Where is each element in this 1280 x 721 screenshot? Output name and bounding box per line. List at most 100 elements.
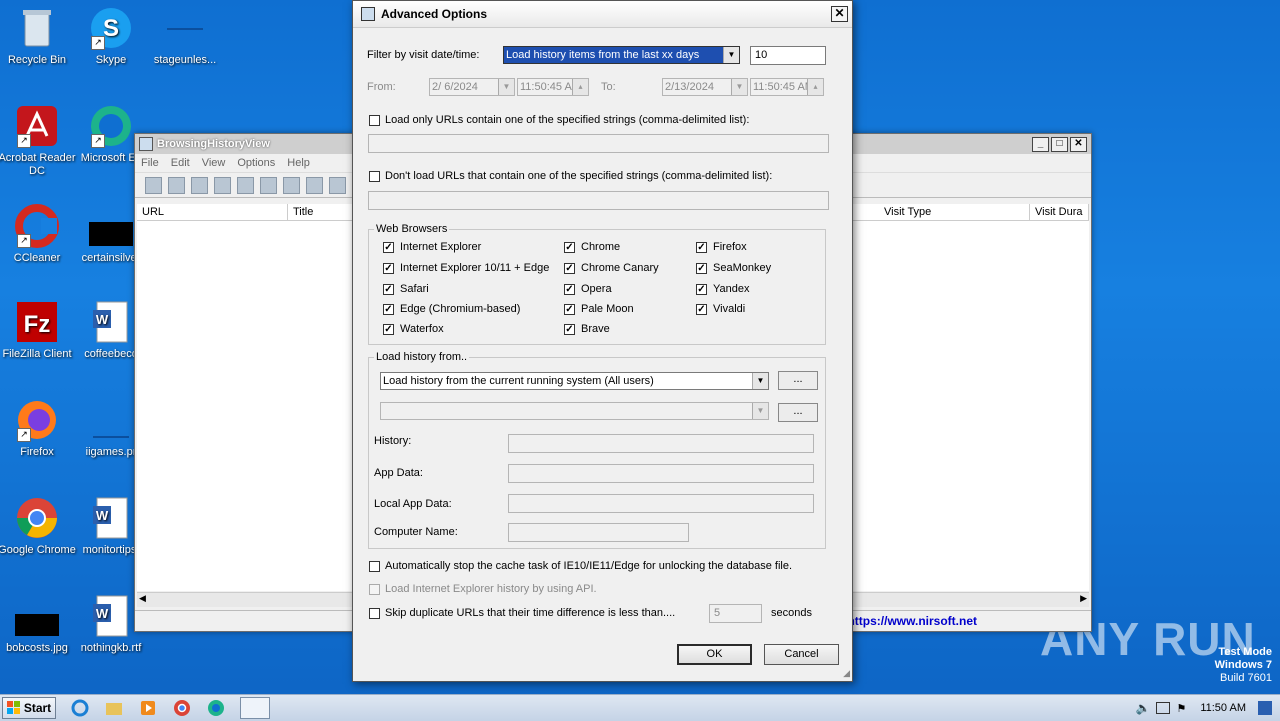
dont-load-checkbox[interactable] (369, 171, 380, 182)
load-only-input[interactable] (368, 134, 829, 153)
brave-checkbox[interactable]: ✓ (564, 324, 575, 335)
browsinghistoryview-taskbar-icon[interactable] (240, 697, 270, 719)
load-from-select[interactable]: Load history from the current running sy… (380, 372, 769, 390)
ie-checkbox[interactable]: ✓ (383, 242, 394, 253)
computername-input[interactable] (508, 523, 689, 542)
recycle-bin-icon (15, 6, 59, 50)
safari-checkbox[interactable]: ✓ (383, 284, 394, 295)
chevron-down-icon[interactable]: ▼ (731, 79, 747, 95)
start-button[interactable]: Start (2, 697, 56, 719)
column-visit-type[interactable]: Visit Type (879, 204, 1030, 220)
desktop-icon-ccleaner[interactable]: ↗ CCleaner (0, 204, 76, 265)
opera-checkbox[interactable]: ✓ (564, 284, 575, 295)
ie-api-checkbox[interactable] (369, 584, 380, 595)
dialog-titlebar[interactable]: Advanced Options ✕ (353, 1, 852, 28)
auto-stop-checkbox[interactable] (369, 561, 380, 572)
from-label: From: (367, 81, 396, 93)
action-center-flag-icon[interactable]: ⚑ (1176, 702, 1186, 715)
yandex-checkbox[interactable]: ✓ (696, 284, 707, 295)
to-date-picker[interactable]: 2/13/2024 ▼ (662, 78, 748, 96)
history-input[interactable] (508, 434, 814, 453)
sort-icon[interactable] (329, 177, 346, 194)
cancel-button[interactable]: Cancel (764, 644, 839, 665)
vivaldi-checkbox[interactable]: ✓ (696, 304, 707, 315)
browse-button-2[interactable]: ... (778, 403, 818, 422)
column-url[interactable]: URL (137, 204, 288, 220)
scroll-left-icon[interactable]: ◀ (139, 593, 146, 604)
load-only-checkbox[interactable] (369, 115, 380, 126)
dont-load-input[interactable] (368, 191, 829, 210)
clock[interactable]: 11:50 AM (1200, 702, 1246, 714)
profile-select[interactable]: ▼ (380, 402, 769, 420)
desktop-icon-recycle-bin[interactable]: Recycle Bin (0, 6, 76, 67)
edge-chromium-checkbox[interactable]: ✓ (383, 304, 394, 315)
column-title[interactable]: Title (288, 204, 354, 220)
chrome-icon (15, 496, 59, 540)
waterfox-checkbox[interactable]: ✓ (383, 324, 394, 335)
explorer-taskbar-icon[interactable] (104, 699, 124, 717)
chrome-checkbox[interactable]: ✓ (564, 242, 575, 253)
desktop-icon-bobcosts[interactable]: bobcosts.jpg (0, 594, 76, 655)
from-time-picker[interactable]: 11:50:45 AM ▴ (517, 78, 589, 96)
properties-icon[interactable] (145, 177, 162, 194)
desktop-icon-chrome[interactable]: Google Chrome (0, 496, 76, 557)
ok-button[interactable]: OK (677, 644, 752, 665)
firefox-checkbox[interactable]: ✓ (696, 242, 707, 253)
export-icon[interactable] (260, 177, 277, 194)
chevron-down-icon[interactable]: ▼ (723, 47, 739, 63)
ccleaner-icon: ↗ (15, 204, 59, 248)
show-desktop-button[interactable] (1258, 701, 1272, 715)
refresh-icon[interactable] (214, 177, 231, 194)
dialog-close-button[interactable]: ✕ (831, 6, 848, 22)
desktop-icon-acrobat[interactable]: ↗ Acrobat Reader DC (0, 104, 76, 178)
desktop-icon-filezilla[interactable]: Fz FileZilla Client (0, 300, 76, 361)
menu-view[interactable]: View (202, 157, 226, 169)
menu-file[interactable]: File (141, 157, 159, 169)
delete-icon[interactable] (191, 177, 208, 194)
menu-edit[interactable]: Edit (171, 157, 190, 169)
chevron-down-icon[interactable]: ▼ (752, 373, 768, 389)
skip-duplicates-checkbox[interactable] (369, 608, 380, 619)
minimize-button[interactable]: _ (1032, 137, 1049, 152)
maximize-button[interactable]: □ (1051, 137, 1068, 152)
close-button[interactable]: ✕ (1070, 137, 1087, 152)
chrome-canary-checkbox[interactable]: ✓ (564, 263, 575, 274)
desktop-icon-firefox[interactable]: ↗ Firefox (0, 398, 76, 459)
network-icon[interactable] (1156, 702, 1170, 714)
spin-icon[interactable]: ▴ (807, 79, 823, 95)
menu-help[interactable]: Help (287, 157, 310, 169)
spin-icon[interactable]: ▴ (572, 79, 588, 95)
localappdata-input[interactable] (508, 494, 814, 513)
filter-select[interactable]: Load history items from the last xx days… (503, 46, 740, 64)
volume-icon[interactable]: 🔈 (1136, 701, 1151, 715)
find-icon[interactable] (283, 177, 300, 194)
menu-options[interactable]: Options (237, 157, 275, 169)
to-time-picker[interactable]: 11:50:45 AM ▴ (750, 78, 824, 96)
desktop-icon-stageunles[interactable]: stageunles... (146, 6, 224, 67)
internet-explorer-taskbar-icon[interactable] (70, 699, 90, 717)
nirsoft-link[interactable]: https://www.nirsoft.net (847, 614, 977, 628)
chevron-down-icon[interactable]: ▼ (498, 79, 514, 95)
days-input[interactable]: 10 (750, 46, 826, 65)
svg-text:Fz: Fz (24, 311, 51, 338)
app-icon (139, 137, 153, 151)
resize-grip-icon[interactable]: ◢ (843, 668, 850, 679)
desktop-icon-skype[interactable]: S ↗ Skype (72, 6, 150, 67)
browse-button-1[interactable]: ... (778, 371, 818, 390)
from-date-picker[interactable]: 2/ 6/2024 ▼ (429, 78, 515, 96)
edge-taskbar-icon[interactable] (206, 699, 226, 717)
media-player-taskbar-icon[interactable] (138, 699, 158, 717)
skip-seconds-input[interactable]: 5 (709, 604, 762, 623)
column-visit-duration[interactable]: Visit Dura (1030, 204, 1089, 220)
save-icon[interactable] (168, 177, 185, 194)
chrome-taskbar-icon[interactable] (172, 699, 192, 717)
pale-moon-checkbox[interactable]: ✓ (564, 304, 575, 315)
seamonkey-checkbox[interactable]: ✓ (696, 263, 707, 274)
appdata-input[interactable] (508, 464, 814, 483)
html-report-icon[interactable] (306, 177, 323, 194)
ie-edge-checkbox[interactable]: ✓ (383, 263, 394, 274)
chevron-down-icon[interactable]: ▼ (752, 403, 768, 419)
svg-text:W: W (96, 312, 109, 327)
copy-icon[interactable] (237, 177, 254, 194)
scroll-right-icon[interactable]: ▶ (1080, 593, 1087, 604)
